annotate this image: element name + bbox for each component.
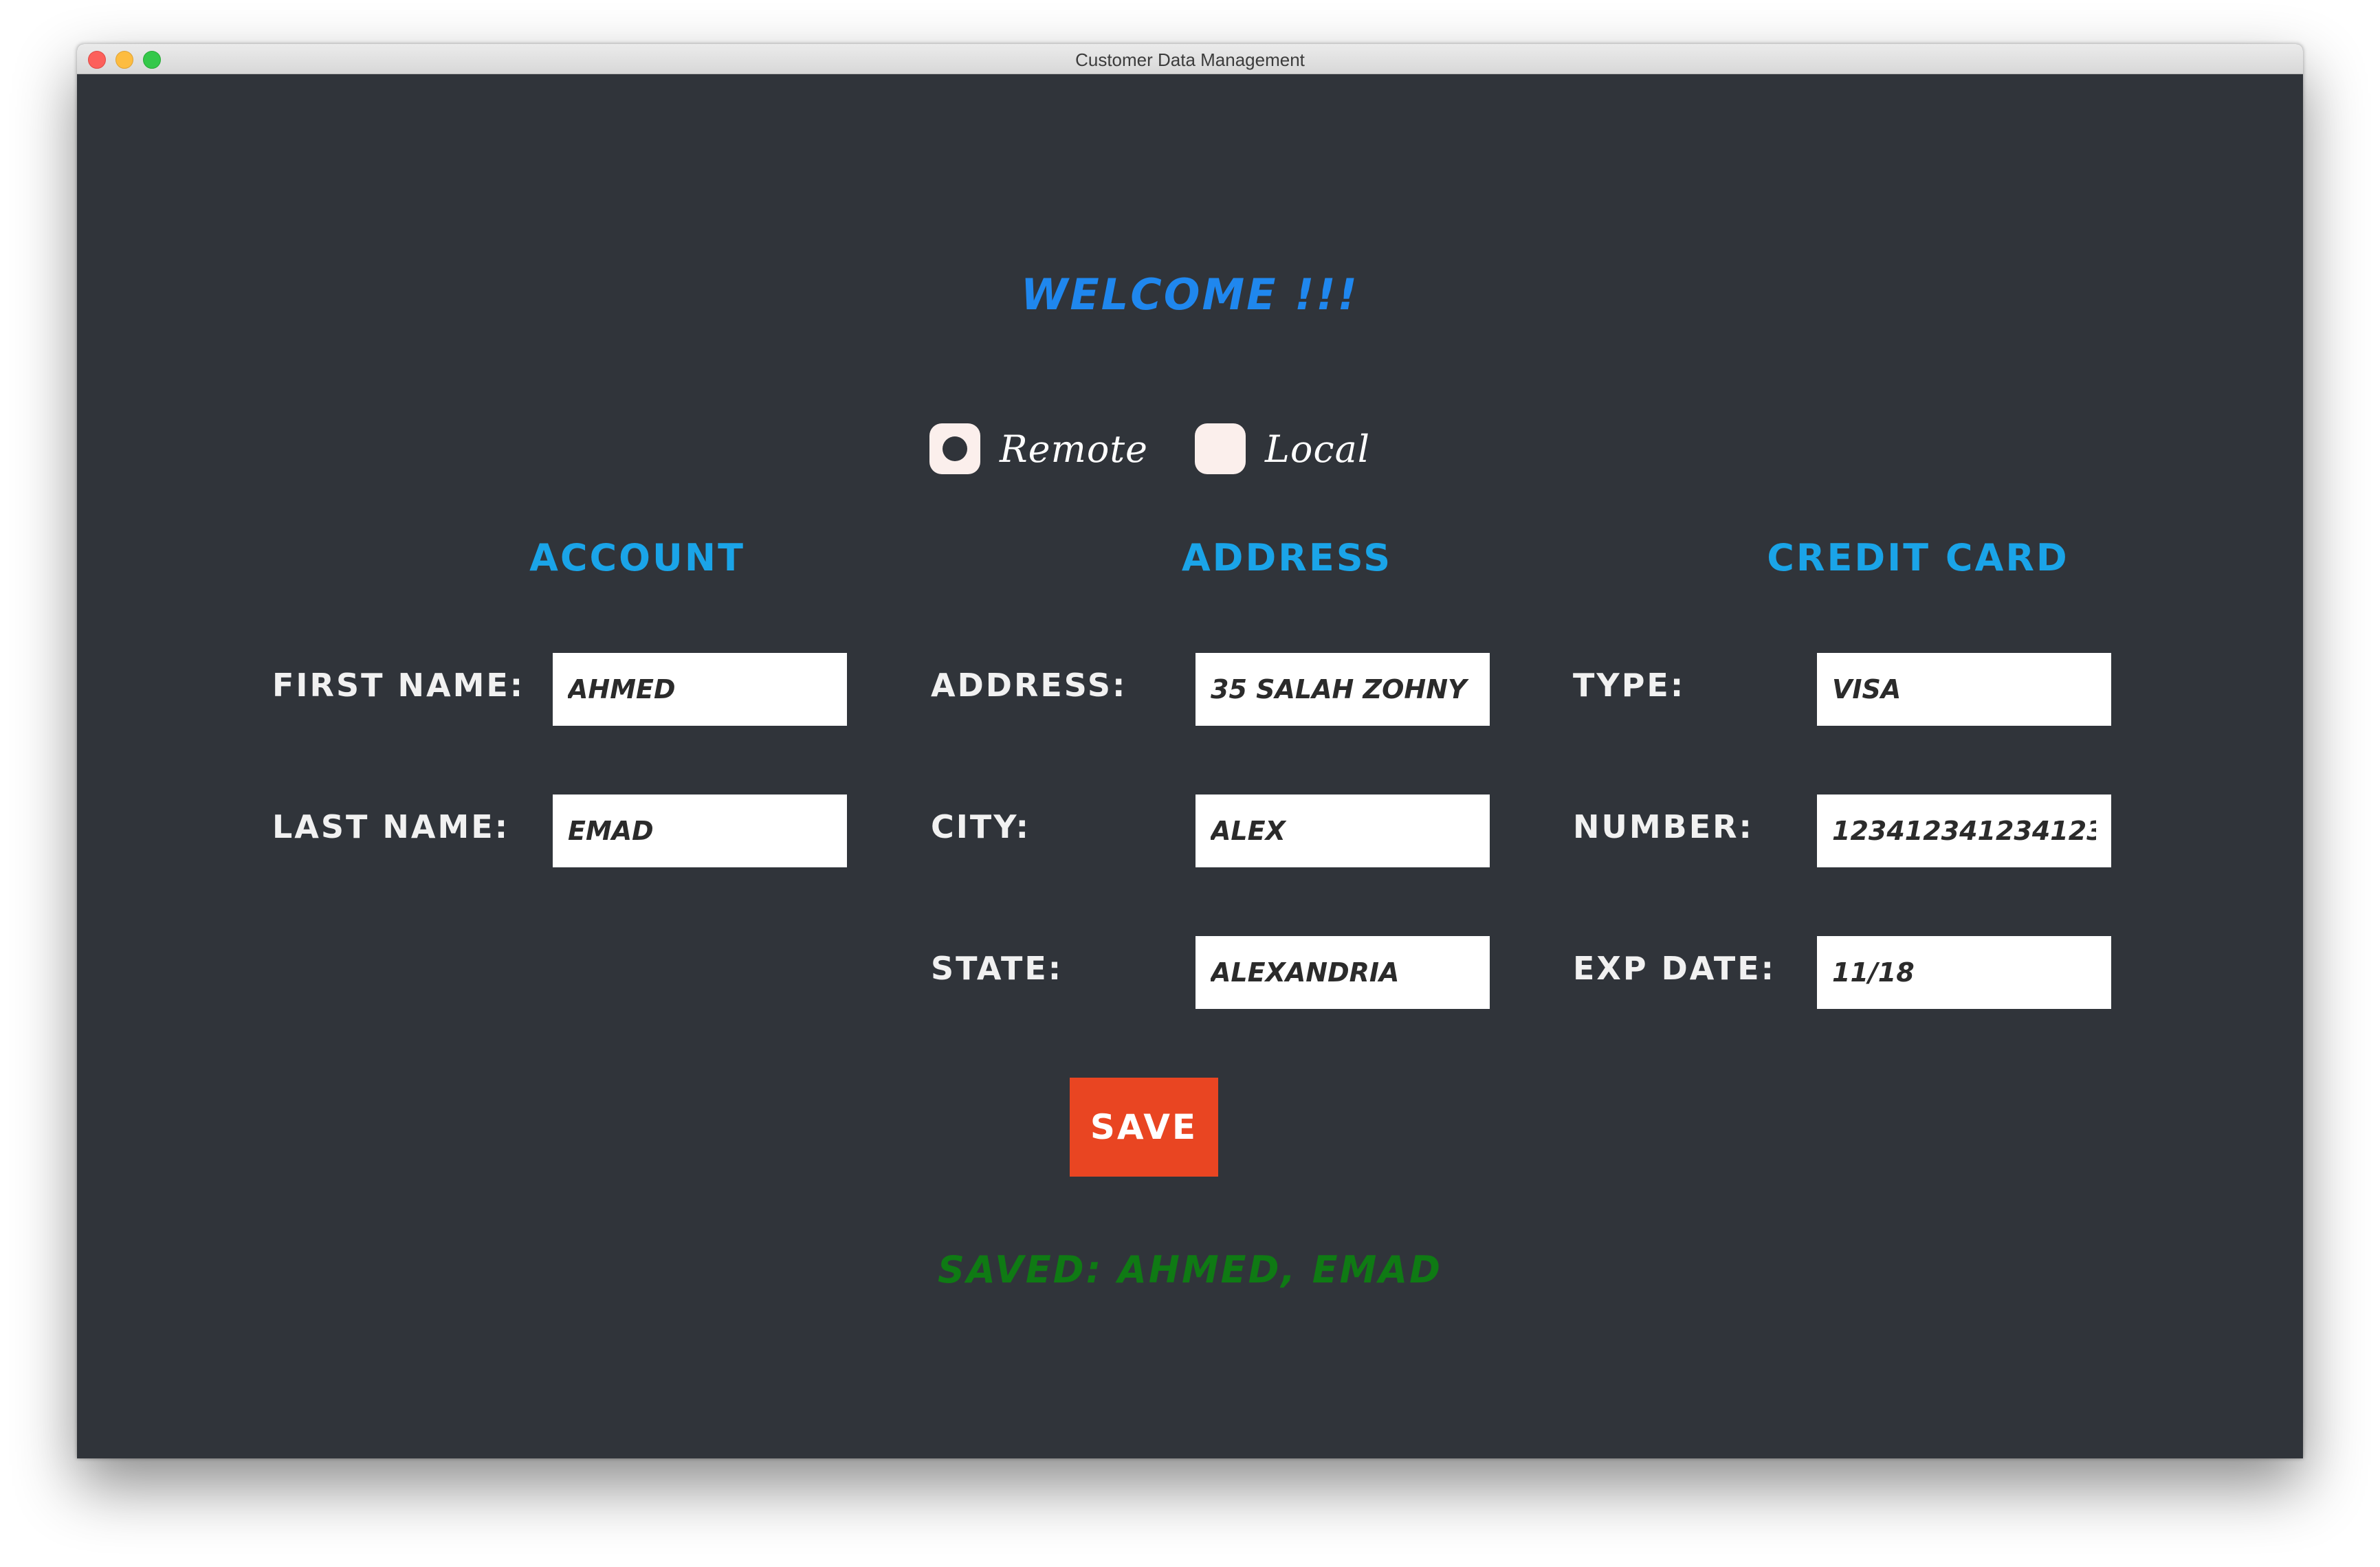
remote-radio-option[interactable]: Remote: [929, 421, 1148, 476]
local-radio-option[interactable]: Local: [1195, 421, 1370, 476]
local-radio-button[interactable]: [1195, 423, 1246, 474]
card-type-field[interactable]: [1817, 653, 2111, 726]
main-content: WELCOME !!! Remote Local ACCOUNT ADDRESS…: [77, 74, 2303, 1458]
address-label: ADDRESS:: [931, 667, 1127, 704]
radio-selected-dot: [943, 436, 967, 461]
first-name-label: FIRST NAME:: [272, 667, 525, 704]
account-section-title: ACCOUNT: [529, 536, 745, 579]
window-title: Customer Data Management: [1075, 49, 1305, 70]
exp-date-label: EXP DATE:: [1573, 950, 1776, 987]
save-button[interactable]: SAVE: [1070, 1078, 1218, 1177]
city-label: CITY:: [931, 808, 1031, 845]
app-window: Customer Data Management WELCOME !!! Rem…: [77, 44, 2303, 1458]
state-label: STATE:: [931, 950, 1064, 987]
remote-radio-label[interactable]: Remote: [1000, 427, 1148, 471]
state-field[interactable]: [1195, 936, 1490, 1009]
remote-radio-button[interactable]: [929, 423, 980, 474]
save-status-message: SAVED: AHMED, EMAD: [938, 1248, 1442, 1291]
last-name-field[interactable]: [553, 794, 847, 867]
title-bar: Customer Data Management: [77, 44, 2303, 74]
address-field[interactable]: [1195, 653, 1490, 726]
card-type-label: TYPE:: [1573, 667, 1686, 704]
card-number-label: NUMBER:: [1573, 808, 1754, 845]
credit-card-section-title: CREDIT CARD: [1767, 536, 2069, 579]
first-name-field[interactable]: [553, 653, 847, 726]
card-number-field[interactable]: [1817, 794, 2111, 867]
welcome-heading: WELCOME !!!: [1021, 269, 1359, 320]
local-radio-label[interactable]: Local: [1265, 427, 1370, 471]
city-field[interactable]: [1195, 794, 1490, 867]
exp-date-field[interactable]: [1817, 936, 2111, 1009]
address-section-title: ADDRESS: [1181, 536, 1393, 579]
last-name-label: LAST NAME:: [272, 808, 510, 845]
